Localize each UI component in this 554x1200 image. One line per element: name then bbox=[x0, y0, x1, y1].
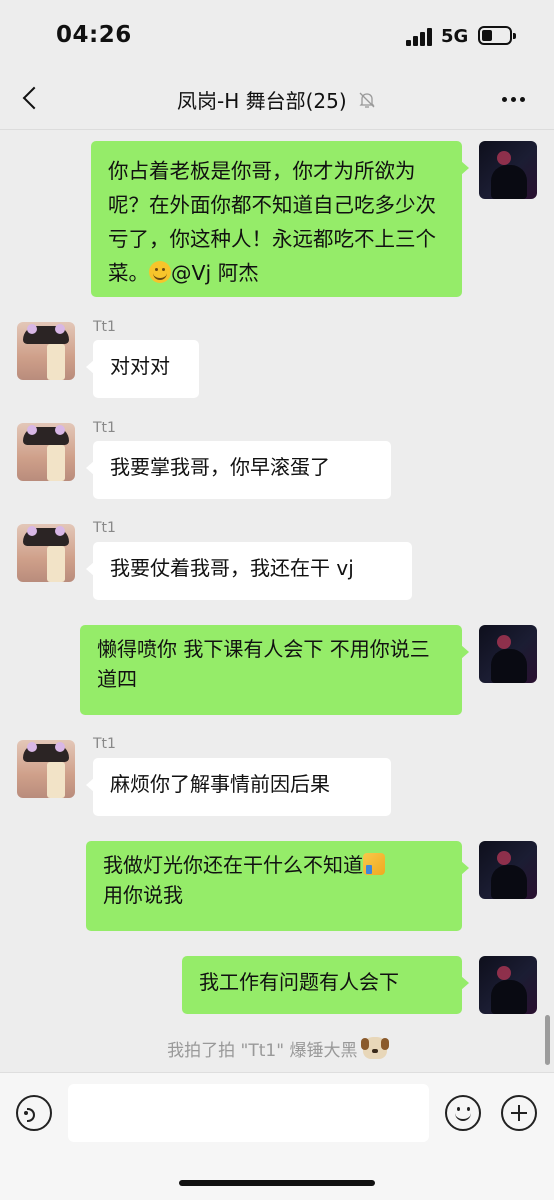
system-message: 我拍了拍 "Tt1" 爆锤大黑 bbox=[0, 1036, 554, 1061]
status-time: 04:26 bbox=[56, 22, 132, 48]
tt1-avatar[interactable] bbox=[17, 423, 75, 481]
my-avatar[interactable] bbox=[479, 841, 537, 899]
message-list[interactable]: 你占着老板是你哥，你才为所欲为呢？在外面你都不知道自己吃多少次亏了，你这种人！永… bbox=[0, 131, 554, 1071]
my-avatar[interactable] bbox=[479, 956, 537, 1014]
tt1-avatar[interactable] bbox=[17, 524, 75, 582]
tt1-avatar[interactable] bbox=[17, 740, 75, 798]
message-input[interactable] bbox=[68, 1084, 429, 1142]
home-indicator bbox=[179, 1180, 375, 1186]
my-avatar[interactable] bbox=[479, 625, 537, 683]
bell-slash-icon bbox=[359, 92, 375, 108]
message-bubble-sent[interactable]: 懒得喷你 我下课有人会下 不用你说三道四 bbox=[80, 625, 469, 715]
thumbs-up-emoji-icon bbox=[363, 853, 385, 875]
message-text: 我要仗着我哥，我还在干 vj bbox=[110, 556, 354, 580]
dog-emoji-icon bbox=[360, 1037, 387, 1059]
system-text: 我拍了拍 "Tt1" 爆锤大黑 bbox=[167, 1041, 358, 1061]
message-bubble-received[interactable]: 麻烦你了解事情前因后果 bbox=[86, 758, 391, 816]
chat-title-wrap: 凤岗-H 舞台部(25) bbox=[0, 85, 554, 114]
signal-icon bbox=[406, 28, 434, 46]
message-text: 懒得喷你 我下课有人会下 不用你说三道四 bbox=[97, 637, 430, 691]
network-type: 5G bbox=[441, 26, 469, 47]
message-bubble-sent[interactable]: 我做灯光你还在干什么不知道 用你说我 bbox=[86, 841, 469, 931]
smile-emoji-icon bbox=[149, 261, 171, 283]
message-bubble-received[interactable]: 我要掌我哥，你早滚蛋了 bbox=[86, 441, 391, 499]
message-text-line2: 用你说我 bbox=[103, 883, 183, 907]
voice-button[interactable] bbox=[16, 1095, 52, 1131]
message-text: 我工作有问题有人会下 bbox=[199, 970, 399, 994]
sender-name: Tt1 bbox=[93, 319, 116, 335]
message-text: 麻烦你了解事情前因后果 bbox=[110, 772, 330, 796]
sender-name: Tt1 bbox=[93, 736, 116, 752]
emoji-button[interactable] bbox=[445, 1095, 481, 1131]
message-bubble-sent[interactable]: 你占着老板是你哥，你才为所欲为呢？在外面你都不知道自己吃多少次亏了，你这种人！永… bbox=[91, 141, 469, 297]
battery-icon bbox=[478, 26, 516, 45]
chat-header: 凤岗-H 舞台部(25) bbox=[0, 70, 554, 130]
more-button[interactable] bbox=[500, 89, 528, 109]
message-bubble-sent[interactable]: 我工作有问题有人会下 bbox=[182, 956, 469, 1014]
message-text: 我要掌我哥，你早滚蛋了 bbox=[110, 455, 330, 479]
sender-name: Tt1 bbox=[93, 520, 116, 536]
tt1-avatar[interactable] bbox=[17, 322, 75, 380]
message-bubble-received[interactable]: 我要仗着我哥，我还在干 vj bbox=[86, 542, 412, 600]
status-bar: 04:26 5G bbox=[0, 0, 554, 70]
message-text-line1: 我做灯光你还在干什么不知道 bbox=[103, 853, 363, 877]
message-text: 对对对 bbox=[110, 354, 170, 378]
my-avatar[interactable] bbox=[479, 141, 537, 199]
sender-name: Tt1 bbox=[93, 420, 116, 436]
scrollbar[interactable] bbox=[545, 1015, 550, 1065]
more-actions-button[interactable] bbox=[501, 1095, 537, 1131]
chat-title: 凤岗-H 舞台部(25) bbox=[176, 89, 347, 113]
mention-text: @Vj 阿杰 bbox=[171, 261, 259, 285]
message-bubble-received[interactable]: 对对对 bbox=[86, 340, 199, 398]
